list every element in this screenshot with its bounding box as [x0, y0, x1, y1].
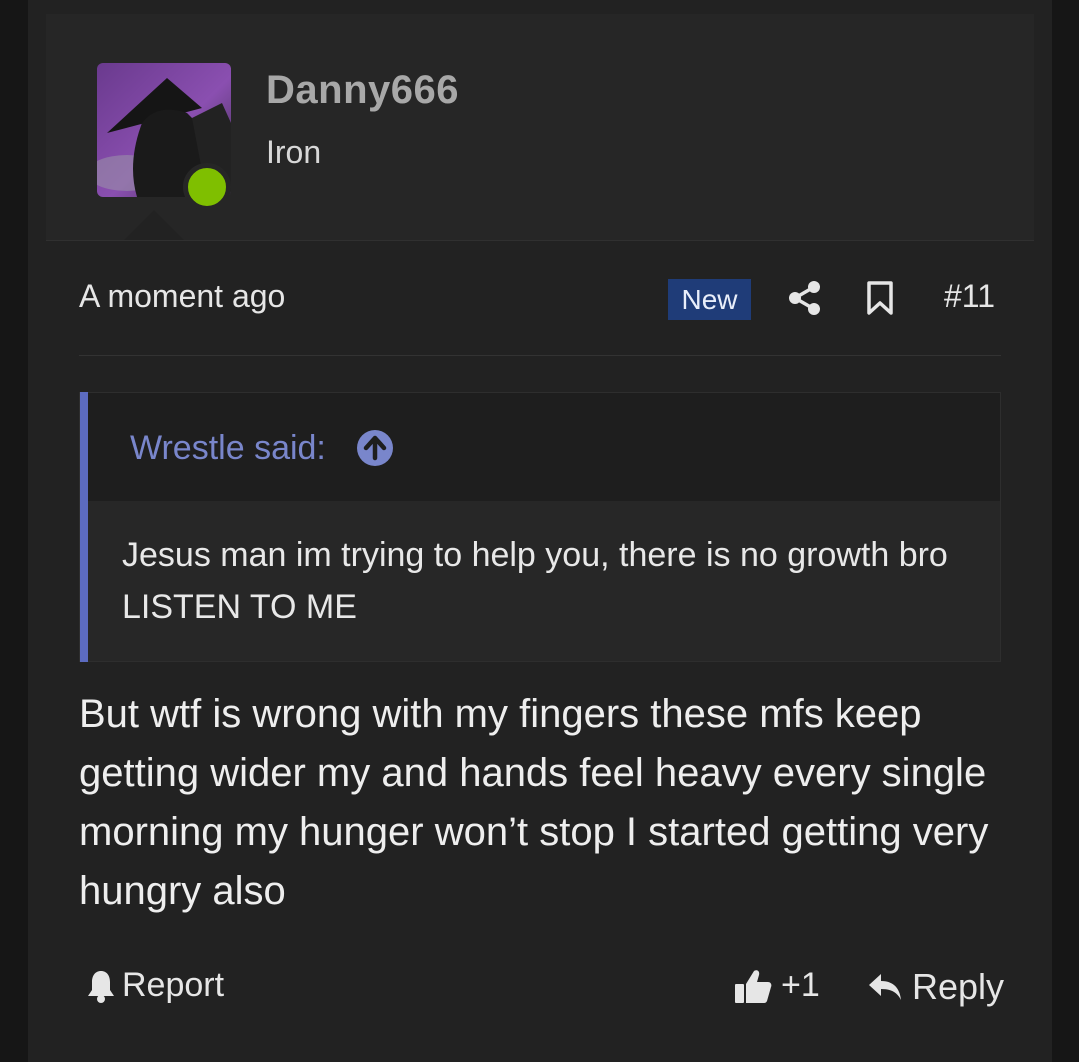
share-icon[interactable] [788, 280, 822, 321]
user-info-block: Danny666 Iron [46, 14, 1034, 241]
post-card: Danny666 Iron A moment ago New #11 Wrest… [28, 0, 1052, 1062]
arrow-up-icon[interactable] [356, 429, 394, 472]
post-number-link[interactable]: #11 [944, 278, 995, 315]
new-badge: New [668, 279, 751, 320]
quote-text: Jesus man im trying to help you, there i… [122, 536, 948, 626]
quote-header: Wrestle said: [88, 393, 1000, 501]
quote-accent-bar [80, 392, 88, 662]
reply-button[interactable]: Reply [866, 966, 1004, 1008]
avatar[interactable] [97, 63, 231, 211]
reply-label: Reply [912, 966, 1005, 1007]
user-block-pointer [124, 210, 184, 240]
user-rank-title: Iron [266, 134, 322, 170]
thumbs-up-icon [735, 969, 772, 1003]
like-button[interactable]: +1 [733, 966, 820, 1005]
report-label: Report [122, 966, 225, 1004]
username[interactable]: Danny666 [266, 68, 459, 113]
post-timestamp[interactable]: A moment ago [79, 278, 285, 315]
reply-icon [869, 974, 901, 1000]
report-button[interactable]: Report [86, 966, 224, 1005]
online-status-indicator [183, 163, 231, 211]
bookmark-icon[interactable] [866, 280, 894, 321]
quote-author-link[interactable]: Wrestle said: [130, 429, 326, 468]
bell-icon [88, 970, 114, 1003]
quote-block: Wrestle said: Jesus man im trying to hel… [79, 392, 1001, 662]
like-count: +1 [781, 966, 820, 1004]
post-body: But wtf is wrong with my fingers these m… [79, 692, 989, 913]
header-divider [79, 355, 1001, 356]
